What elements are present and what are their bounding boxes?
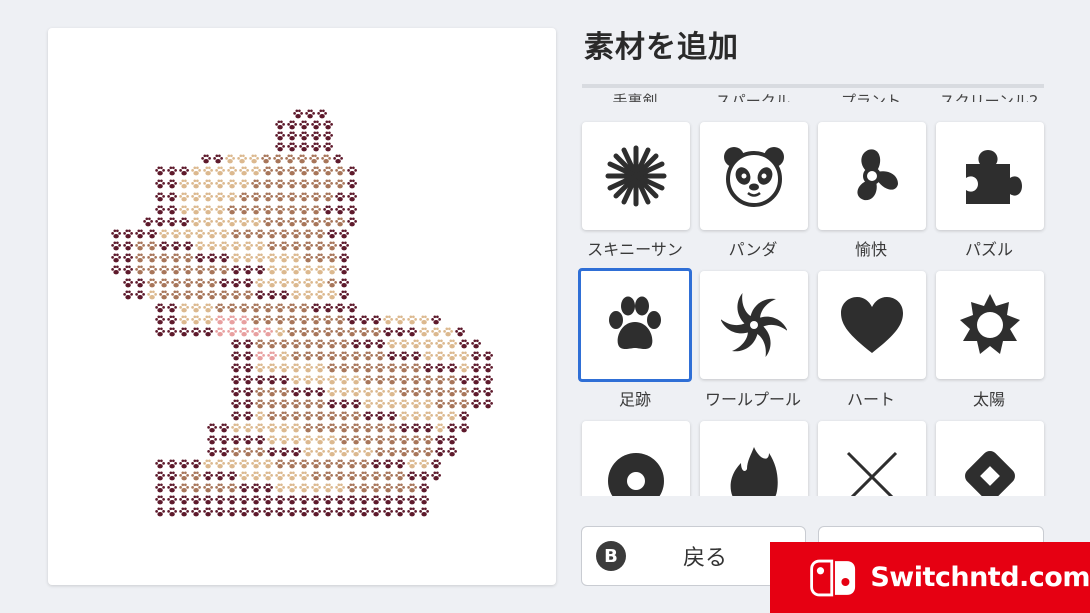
paw-stamp-artwork bbox=[111, 109, 493, 517]
material-tile-ring[interactable] bbox=[582, 421, 690, 496]
material-tile-diamond[interactable] bbox=[936, 421, 1044, 496]
heart-icon bbox=[841, 297, 903, 353]
propeller-icon bbox=[857, 149, 898, 201]
tile-label: パンダ bbox=[728, 240, 778, 259]
tile-label: スキニーサン bbox=[587, 240, 683, 259]
tile-label: プラント bbox=[840, 92, 901, 102]
tile-label: 太陽 bbox=[972, 390, 1005, 409]
material-grid[interactable]: 手裏剣 スパークル プラント スクリーンル2 スキニーサン パンダ 愉快 パズル… bbox=[576, 88, 1050, 496]
material-tile-cross[interactable] bbox=[818, 421, 926, 496]
ring-icon bbox=[608, 453, 664, 496]
material-tile-sun[interactable] bbox=[936, 271, 1044, 379]
tile-label: パズル bbox=[964, 240, 1013, 259]
diamond-icon bbox=[965, 451, 1015, 496]
tile-label: 足跡 bbox=[618, 390, 651, 409]
tile-label: ハート bbox=[846, 390, 895, 409]
material-tile-panda[interactable] bbox=[700, 122, 808, 230]
material-tile-heart[interactable] bbox=[818, 271, 926, 379]
material-tile-puzzle[interactable] bbox=[936, 122, 1044, 230]
puzzle-piece-icon bbox=[966, 150, 1022, 204]
cross-icon bbox=[846, 451, 898, 496]
material-tile-skinny-sun[interactable] bbox=[582, 122, 690, 230]
drawing-canvas[interactable] bbox=[48, 28, 556, 585]
material-tile-paw-print[interactable] bbox=[578, 268, 692, 382]
panda-icon bbox=[724, 147, 784, 207]
material-tile-flame[interactable] bbox=[700, 421, 808, 496]
material-tile-whirlpool[interactable] bbox=[700, 271, 808, 379]
tile-label: スクリーンル2 bbox=[939, 92, 1039, 102]
tile-label: ワールプール bbox=[704, 390, 801, 409]
material-tile-propeller[interactable] bbox=[818, 122, 926, 230]
starburst-icon bbox=[605, 145, 667, 207]
back-button-label: 戻る bbox=[683, 546, 728, 571]
site-watermark: Switchntd.com bbox=[770, 542, 1090, 613]
whirlpool-icon bbox=[721, 292, 787, 358]
switch-logo-icon bbox=[810, 559, 856, 596]
paw-print-icon bbox=[609, 296, 661, 349]
watermark-text: Switchntd.com bbox=[870, 562, 1090, 593]
panel-title: 素材を追加 bbox=[584, 30, 739, 65]
sun-icon bbox=[960, 294, 1020, 354]
flame-icon bbox=[730, 447, 778, 496]
tile-label: 愉快 bbox=[854, 240, 887, 259]
b-button-icon: B bbox=[596, 541, 626, 571]
tile-label: 手裏剣 bbox=[612, 92, 658, 102]
tile-label: スパークル bbox=[715, 92, 791, 102]
